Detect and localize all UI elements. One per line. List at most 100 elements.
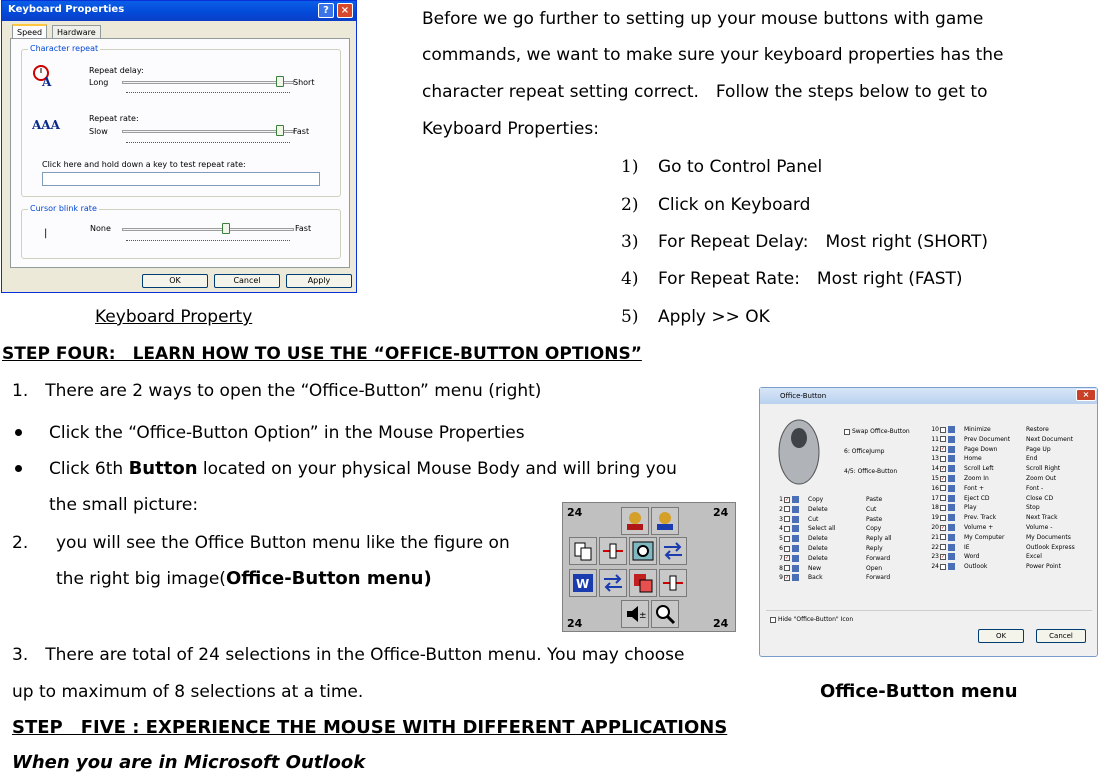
option-row[interactable]: 10 Minimize Restore [930, 426, 1049, 434]
option-checkbox[interactable]: ✓ [784, 555, 790, 562]
officejump-label: 6: OfficeJump [844, 448, 885, 455]
option-checkbox[interactable]: ✓ [784, 574, 790, 581]
hide-icon-checkbox[interactable]: Hide "Office-Button" Icon [770, 616, 853, 624]
ok-button[interactable]: OK [978, 629, 1024, 643]
help-icon[interactable]: ? [318, 3, 334, 18]
option-row[interactable]: 5 Delete Reply all [774, 535, 892, 543]
option-checkbox[interactable] [940, 504, 946, 511]
ok-button[interactable]: OK [142, 274, 208, 288]
option-row[interactable]: 22 IE Outlook Express [930, 543, 1075, 552]
svg-text:±: ± [639, 611, 647, 621]
repeat-rate-slider[interactable] [122, 130, 294, 133]
option-row[interactable]: 21 My Computer My Documents [930, 533, 1071, 542]
option-row[interactable]: 1 ✓ Copy Paste [774, 496, 882, 504]
copy-icon[interactable] [629, 569, 657, 597]
keyboard-properties-dialog: Keyboard Properties ? × Speed Hardware C… [1, 0, 357, 293]
option-alt-action: Next Document [1026, 435, 1073, 443]
option-checkbox[interactable] [940, 495, 946, 502]
cursor-blink-thumb[interactable] [222, 223, 230, 234]
option-row[interactable]: 15 ✓ Zoom In Zoom Out [930, 475, 1056, 483]
option-name: Font + [964, 484, 984, 492]
option-checkbox[interactable]: ✓ [784, 496, 790, 503]
scroll-left-icon[interactable] [599, 537, 627, 565]
word-icon[interactable]: W [569, 569, 597, 597]
option-row[interactable]: 4 Select all Copy [774, 525, 881, 533]
option-checkbox[interactable] [784, 516, 790, 523]
item-2-line-2: the right big image(Office-Button menu) [56, 569, 432, 590]
office-button-dialog: Office-Button × Swap Office-Button 6: Of… [759, 387, 1098, 657]
option-checkbox[interactable] [784, 545, 790, 552]
option-checkbox[interactable] [940, 534, 946, 541]
paste-icon[interactable] [569, 537, 597, 565]
step-num: 3) [621, 232, 639, 252]
option-checkbox[interactable] [784, 535, 790, 542]
option-row[interactable]: 19 Prev. Track Next Track [930, 514, 1058, 522]
corner-number: 24 [567, 506, 583, 519]
option-row[interactable]: 16 Font + Font - [930, 484, 1043, 493]
option-row[interactable]: 7 ✓ Delete Forward [774, 554, 890, 563]
option-checkbox[interactable]: ✓ [940, 553, 946, 560]
corner-number: 24 [567, 617, 583, 630]
scroll-right-icon[interactable] [659, 569, 687, 597]
option-checkbox[interactable] [784, 506, 790, 513]
dialog-title: Office-Button [780, 392, 827, 400]
zoom-icon[interactable] [629, 537, 657, 565]
test-repeat-input[interactable] [42, 172, 320, 186]
option-icon [948, 426, 955, 433]
slider-ticks [126, 240, 290, 242]
option-name: Home [964, 455, 982, 463]
close-icon[interactable]: × [337, 3, 353, 18]
close-icon[interactable]: × [1076, 389, 1096, 401]
cursor-blink-slider[interactable] [122, 228, 294, 231]
zoom-in-icon[interactable] [651, 600, 679, 628]
option-row[interactable]: 2 Delete Cut [774, 505, 876, 514]
option-checkbox[interactable]: ✓ [940, 475, 946, 482]
option-checkbox[interactable] [784, 525, 790, 532]
cursor-icon: | [44, 228, 48, 239]
repeat-rate-thumb[interactable] [276, 125, 284, 136]
option-checkbox[interactable] [940, 485, 946, 492]
option-checkbox[interactable] [784, 565, 790, 572]
swap-arrows-icon[interactable] [659, 537, 687, 565]
option-checkbox[interactable] [940, 436, 946, 443]
option-row[interactable]: 23 ✓ Word Excel [930, 553, 1042, 561]
option-row[interactable]: 11 Prev Document Next Document [930, 435, 1073, 444]
option-row[interactable]: 6 Delete Reply [774, 545, 883, 553]
option-number: 13 [931, 455, 939, 463]
tab-speed[interactable]: Speed [12, 24, 48, 39]
reply-icon[interactable] [621, 507, 649, 535]
option-row[interactable]: 9 ✓ Back Forward [774, 574, 890, 582]
option-checkbox[interactable]: ✓ [940, 465, 946, 472]
option-row[interactable]: 17 Eject CD Close CD [930, 494, 1053, 503]
option-row[interactable]: 20 ✓ Volume + Volume - [930, 524, 1052, 532]
option-checkbox[interactable]: ✓ [940, 524, 946, 531]
option-icon [948, 445, 955, 453]
forward-icon[interactable] [651, 507, 679, 535]
option-alt-action: Copy [866, 525, 882, 533]
repeat-delay-slider[interactable] [122, 81, 294, 84]
switch-icon[interactable] [599, 569, 627, 597]
option-row[interactable]: 18 Play Stop [930, 504, 1040, 512]
cancel-button[interactable]: Cancel [214, 274, 280, 288]
option-row[interactable]: 12 ✓ Page Down Page Up [930, 445, 1051, 454]
repeat-rate-label: Repeat rate: [89, 114, 139, 123]
option-checkbox[interactable] [940, 514, 946, 521]
option-name: Play [964, 504, 977, 512]
option-checkbox[interactable] [940, 563, 946, 570]
repeat-delay-thumb[interactable] [276, 76, 284, 87]
option-row[interactable]: 24 Outlook Power Point [930, 563, 1061, 571]
repeat-delay-max: Short [293, 78, 315, 87]
option-row[interactable]: 13 Home End [930, 455, 1037, 463]
cancel-button[interactable]: Cancel [1036, 629, 1086, 643]
option-row[interactable]: 14 ✓ Scroll Left Scroll Right [930, 465, 1060, 473]
volume-icon[interactable]: ± [621, 600, 649, 628]
apply-button[interactable]: Apply [286, 274, 352, 288]
option-checkbox[interactable] [940, 455, 946, 462]
option-checkbox[interactable]: ✓ [940, 446, 946, 453]
option-checkbox[interactable] [940, 544, 946, 551]
option-row[interactable]: 3 Cut Paste [774, 515, 882, 524]
option-name: IE [964, 543, 970, 551]
option-checkbox[interactable] [940, 426, 946, 433]
swap-office-button-checkbox[interactable]: Swap Office-Button [844, 428, 910, 436]
option-row[interactable]: 8 New Open [774, 564, 882, 573]
